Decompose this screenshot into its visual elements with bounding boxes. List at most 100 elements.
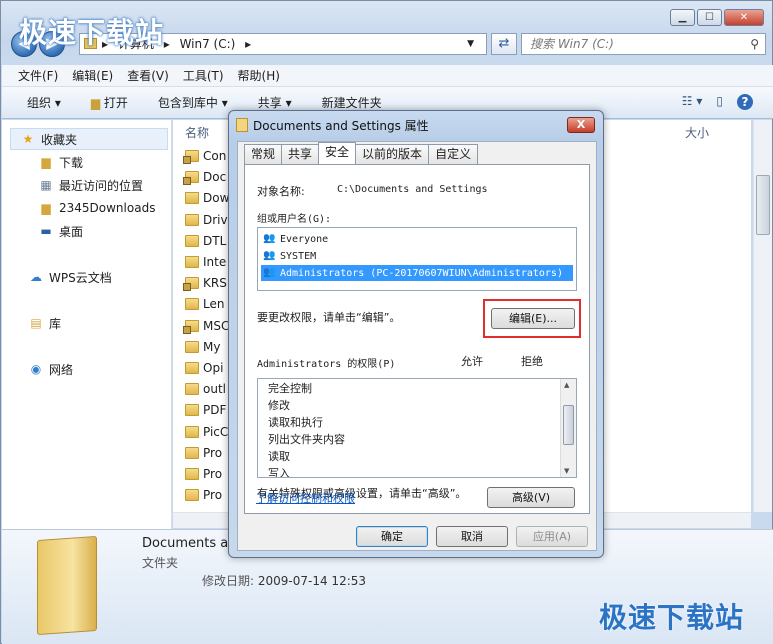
menu-file[interactable]: 文件(F) [18,67,58,84]
table-row[interactable]: Pro [185,443,222,463]
table-row[interactable]: PicC [185,422,228,442]
dialog-close-button[interactable]: X [567,117,595,133]
access-control-link[interactable]: 了解访问控制和权限 [256,490,355,506]
sidebar-item-wps[interactable]: ☁ WPS云文档 [28,268,112,286]
minimize-button[interactable]: ▁ [670,9,695,26]
table-row[interactable]: Len [185,294,224,314]
table-row[interactable]: MSC [183,316,230,336]
organize-button[interactable]: 组织 ▾ [27,94,61,111]
open-label: 打开 [103,96,128,110]
folder-icon [185,256,199,268]
menu-view[interactable]: 查看(V) [127,67,169,84]
list-item-system[interactable]: 👥 SYSTEM [261,248,573,264]
sidebar-label: 最近访问的位置 [59,178,144,193]
file-name: Pro [203,467,223,481]
menu-tools[interactable]: 工具(T) [183,67,224,84]
sidebar-item-downloads[interactable]: ▆ 下载 [38,153,83,171]
dialog-body: 常规 共享 安全 以前的版本 自定义 对象名称: C:\Documents an… [237,141,597,551]
table-row[interactable]: Con [183,146,227,166]
list-item: 列出文件夹内容 [268,433,345,446]
table-row[interactable]: KRS [183,273,227,293]
file-name: Con [203,149,227,163]
vertical-scrollbar[interactable] [753,120,772,512]
breadcrumb-drive[interactable]: Win7 (C:) [180,37,236,51]
table-row[interactable]: Driv [185,210,228,230]
file-name: Inte [203,255,227,269]
ok-button[interactable]: 确定 [356,526,428,547]
sidebar-item-desktop[interactable]: ▬ 桌面 [38,222,83,240]
watermark-logo: 极速下载站 [19,16,165,49]
scrollbar-thumb[interactable] [563,405,574,445]
library-icon: ▤ [30,316,42,330]
folder-icon [185,383,199,396]
list-item: 修改 [268,399,290,412]
file-name: MSC [203,318,230,333]
table-row[interactable]: Pro [185,485,222,505]
search-input[interactable]: 搜索 Win7 (C:) ⚲ [521,33,766,55]
open-button[interactable]: ▆ 打开 [91,94,128,111]
permissions-scrollbar[interactable]: ▲ ▼ [560,379,576,477]
folder-icon [185,446,199,459]
table-row[interactable]: Opi [185,358,223,378]
user-list[interactable]: 👥 Everyone 👥 SYSTEM 👥 Administrators (PC… [257,227,577,291]
tab-sharing[interactable]: 共享 [281,144,320,164]
new-folder-button[interactable]: 新建文件夹 [322,94,382,111]
sidebar-item-favorites[interactable]: ★ 收藏夹 [20,130,77,148]
table-row[interactable]: Pro [185,464,222,484]
file-name: KRS [203,276,227,291]
list-item-everyone[interactable]: 👥 Everyone [261,231,573,247]
menu-edit[interactable]: 编辑(E) [72,67,113,84]
column-header-name[interactable]: 名称 [185,124,209,141]
menu-bar: 文件(F) 编辑(E) 查看(V) 工具(T) 帮助(H) [2,65,773,87]
desktop-icon: ▬ [40,224,52,238]
table-row[interactable]: Inte [185,252,226,272]
chevron-down-icon[interactable]: ▼ [467,34,474,54]
security-tab-panel: 对象名称: C:\Documents and Settings 组或用户名(G)… [244,164,590,514]
table-row[interactable]: DTL [185,231,226,251]
help-icon[interactable]: ? [737,94,753,110]
search-icon[interactable]: ⚲ [750,34,759,54]
window-controls: ▁ ☐ ✕ [670,9,764,26]
tab-previous-versions[interactable]: 以前的版本 [355,144,430,164]
folder-icon [185,468,199,480]
breadcrumb-separator: ▸ [163,37,170,51]
sidebar-item-library[interactable]: ▤ 库 [28,314,61,332]
table-row[interactable]: My [185,337,220,357]
navigation-pane: ★ 收藏夹 ▆ 下载 ▦ 最近访问的位置 ▆ 2345Downloads ▬ 桌… [2,120,172,530]
sidebar-label: 网络 [49,362,74,377]
scroll-down-icon[interactable]: ▼ [564,467,569,475]
share-button[interactable]: 共享 ▾ [258,94,292,111]
object-name-label: 对象名称: [257,185,305,198]
sidebar-label: WPS云文档 [49,270,112,285]
table-row[interactable]: Dow [185,188,229,208]
apply-button[interactable]: 应用(A) [516,526,588,547]
sidebar-item-recent[interactable]: ▦ 最近访问的位置 [38,176,143,194]
tab-security[interactable]: 安全 [318,142,357,164]
user-group-icon: 👥 [263,233,276,244]
file-name: Pro [203,445,223,460]
advanced-button[interactable]: 高级(V) [487,487,575,508]
refresh-button[interactable]: ⇄ [491,33,517,55]
cancel-button[interactable]: 取消 [436,526,508,547]
scroll-up-icon[interactable]: ▲ [564,381,569,389]
close-button[interactable]: ✕ [724,9,764,26]
network-icon: ◉ [30,362,42,376]
column-header-size[interactable]: 大小 [685,124,709,141]
tab-general[interactable]: 常规 [244,144,283,164]
include-in-library-button[interactable]: 包含到库中 ▾ [158,94,228,111]
permissions-list[interactable]: 完全控制 修改 读取和执行 列出文件夹内容 读取 写入 ▲ ▼ [257,378,577,478]
table-row[interactable]: Doc [183,167,226,187]
view-options-icon[interactable]: ☷ ▾ [682,94,703,110]
menu-help[interactable]: 帮助(H) [238,67,280,84]
folder-icon: ▆ [41,201,51,215]
maximize-button[interactable]: ☐ [697,9,722,26]
details-date-value: 2009-07-14 12:53 [257,574,367,588]
sidebar-item-2345downloads[interactable]: ▆ 2345Downloads [38,199,155,217]
preview-pane-icon[interactable]: ▯ [716,94,723,110]
list-item-administrators[interactable]: 👥 Administrators (PC-20170607WIUN\Admini… [261,265,573,281]
tab-customize[interactable]: 自定义 [428,144,479,164]
table-row[interactable]: PDF [185,400,226,420]
scrollbar-thumb[interactable] [756,175,770,235]
table-row[interactable]: outl [185,379,226,399]
sidebar-item-network[interactable]: ◉ 网络 [28,360,73,378]
